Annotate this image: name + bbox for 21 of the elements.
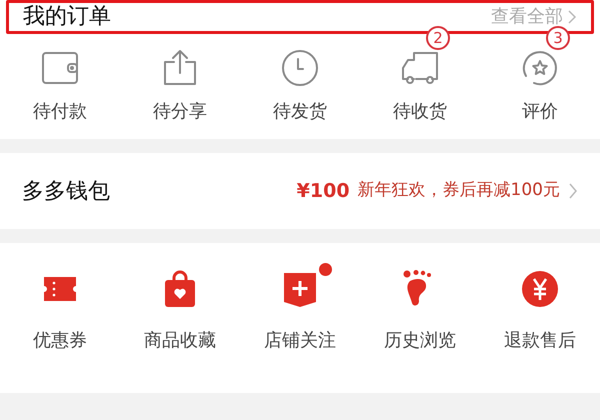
promo-text: 新年狂欢，券后再减100元 — [358, 179, 560, 202]
service-button[interactable]: 店铺关注 — [264, 327, 336, 354]
yen-icon — [520, 269, 560, 309]
count-badge: 3 — [546, 26, 570, 50]
chevron-icon[interactable] — [568, 182, 578, 200]
wallet-title: 多多钱包 — [22, 178, 110, 206]
service-button[interactable]: 退款售后 — [504, 327, 576, 354]
service-button[interactable]: 商品收藏 — [144, 327, 216, 354]
order-status-button[interactable]: 待收货 — [393, 98, 447, 125]
count-badge: 2 — [426, 26, 450, 50]
section-title: 我的订单 — [23, 4, 111, 30]
amount-text: ¥100 — [296, 178, 350, 204]
clock-icon — [280, 48, 320, 88]
order-status-button[interactable]: 待分享 — [153, 98, 207, 125]
order-status-button[interactable]: 待发货 — [273, 98, 327, 125]
order-status-button[interactable]: 评价 — [522, 98, 558, 125]
order-status-button[interactable]: 待付款 — [33, 98, 87, 125]
chevron-icon — [567, 9, 577, 25]
service-button[interactable]: 优惠券 — [33, 327, 87, 354]
service-button[interactable]: 历史浏览 — [384, 327, 456, 354]
star-icon — [520, 48, 560, 88]
